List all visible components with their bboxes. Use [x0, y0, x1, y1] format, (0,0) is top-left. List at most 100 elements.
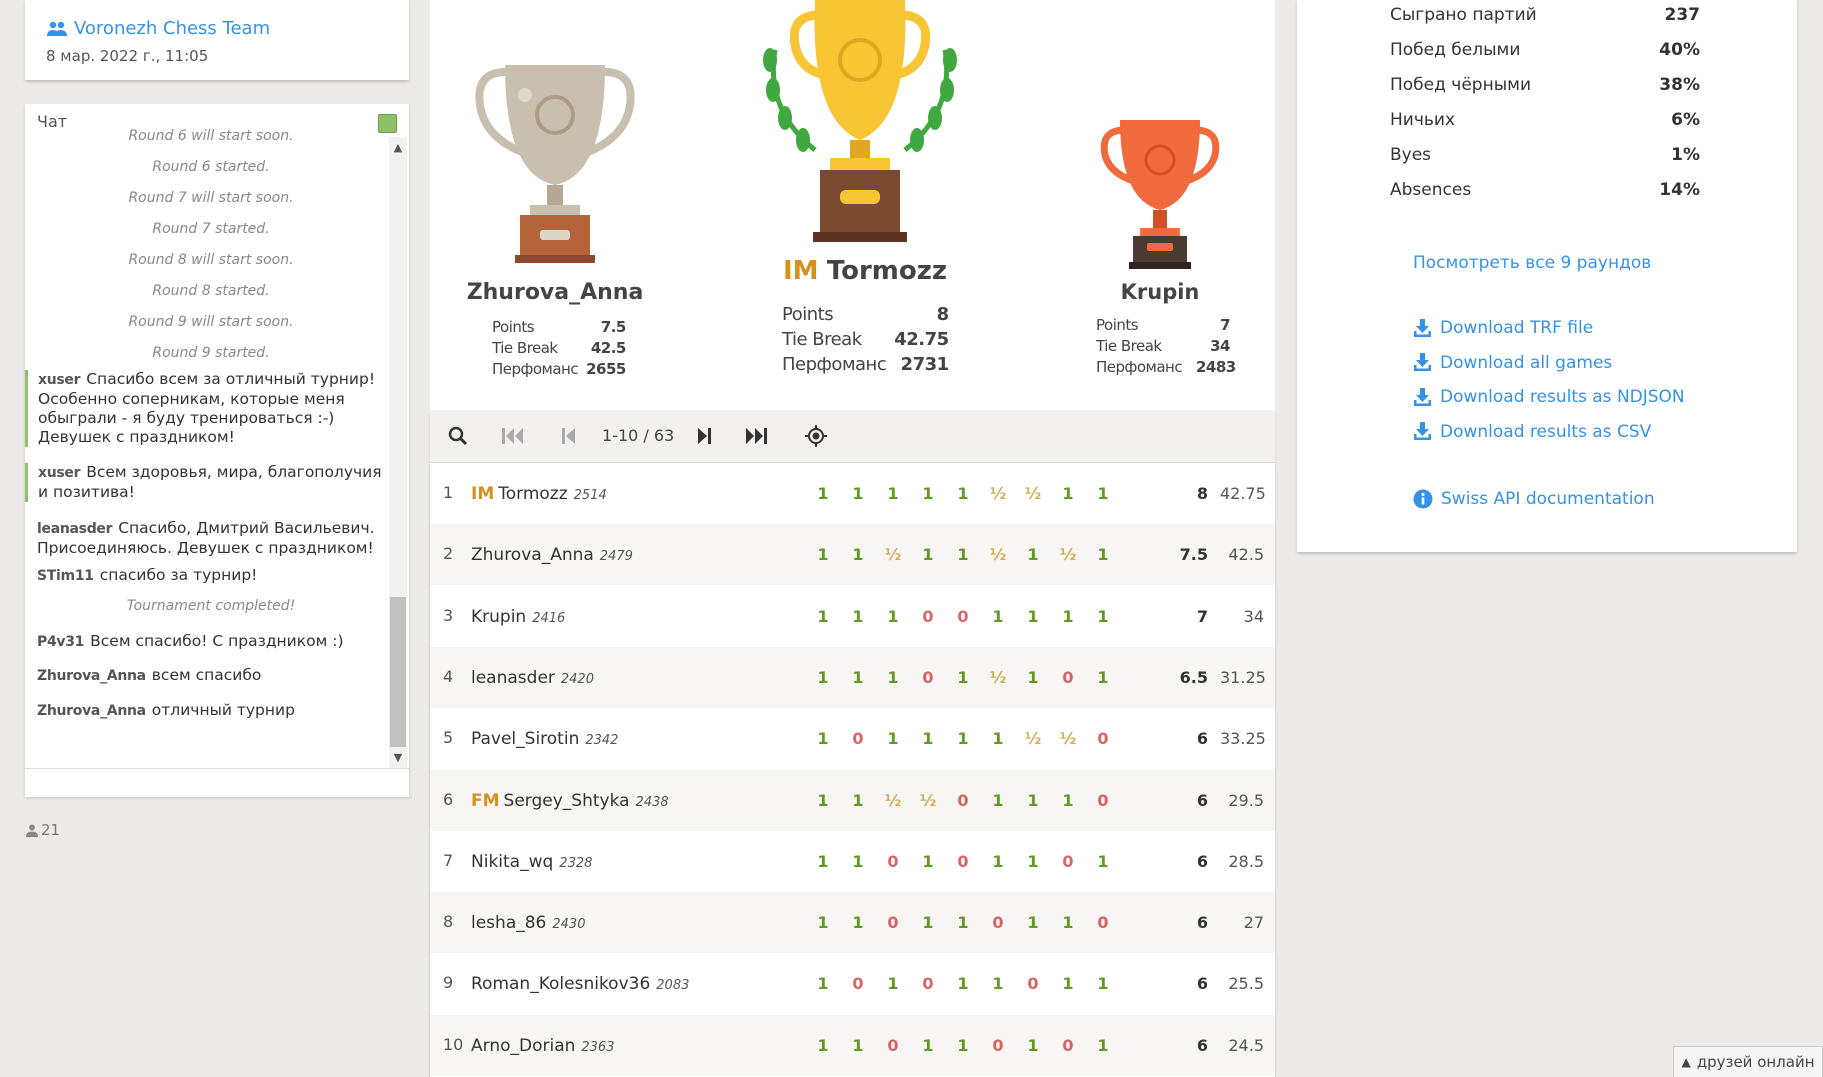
- round-result[interactable]: 1: [1056, 484, 1080, 503]
- player-name-cell[interactable]: Arno_Dorian 2363: [471, 1036, 614, 1056]
- round-result[interactable]: 0: [1056, 852, 1080, 871]
- round-result[interactable]: 1: [1021, 1036, 1045, 1055]
- round-result[interactable]: 0: [1056, 1036, 1080, 1055]
- download-link[interactable]: Download results as NDJSON: [1413, 387, 1685, 407]
- next-page-button[interactable]: [691, 424, 717, 448]
- player-name-cell[interactable]: IM Tormozz 2514: [471, 484, 607, 504]
- prev-page-button[interactable]: [556, 424, 582, 448]
- second-place[interactable]: Zhurova_Anna: [450, 280, 660, 305]
- download-link[interactable]: Download results as CSV: [1413, 422, 1651, 442]
- player-name-cell[interactable]: leanasder 2420: [471, 668, 594, 688]
- standings-row[interactable]: 5 Pavel_Sirotin 2342 1 0 1 1 1 1 ½ ½ 0 6 33.25: [430, 708, 1275, 769]
- round-result[interactable]: 0: [846, 729, 870, 748]
- round-result[interactable]: 0: [1091, 791, 1115, 810]
- round-result[interactable]: 1: [846, 545, 870, 564]
- round-result[interactable]: 1: [951, 974, 975, 993]
- round-result[interactable]: 0: [881, 1036, 905, 1055]
- round-result[interactable]: 0: [1091, 913, 1115, 932]
- round-result[interactable]: 0: [986, 1036, 1010, 1055]
- round-result[interactable]: ½: [881, 791, 905, 810]
- round-result[interactable]: 1: [1091, 852, 1115, 871]
- chat-username[interactable]: leanasder: [37, 521, 113, 537]
- round-result[interactable]: 1: [986, 607, 1010, 626]
- round-result[interactable]: ½: [986, 668, 1010, 687]
- round-result[interactable]: 1: [811, 484, 835, 503]
- standings-row[interactable]: 6 FM Sergey_Shtyka 2438 1 1 ½ ½ 0 1 1 1 0 6 29.5: [430, 769, 1275, 831]
- round-result[interactable]: 1: [811, 1036, 835, 1055]
- first-page-button[interactable]: [500, 424, 526, 448]
- chat-username[interactable]: Zhurova_Anna: [37, 668, 146, 684]
- my-position-button[interactable]: [803, 424, 829, 448]
- chat-scrollbar[interactable]: ▲ ▼: [389, 137, 407, 769]
- round-result[interactable]: 1: [986, 852, 1010, 871]
- round-result[interactable]: ½: [986, 484, 1010, 503]
- round-result[interactable]: 0: [916, 668, 940, 687]
- chat-username[interactable]: P4v31: [37, 634, 84, 650]
- round-result[interactable]: 0: [951, 607, 975, 626]
- round-result[interactable]: 1: [1091, 607, 1115, 626]
- round-result[interactable]: 1: [881, 668, 905, 687]
- round-result[interactable]: 1: [846, 852, 870, 871]
- chat-username[interactable]: xuser: [38, 465, 81, 481]
- first-place[interactable]: IM Tormozz: [750, 256, 980, 286]
- round-result[interactable]: 1: [951, 729, 975, 748]
- round-result[interactable]: 1: [811, 852, 835, 871]
- round-result[interactable]: 1: [1021, 791, 1045, 810]
- round-result[interactable]: ½: [986, 545, 1010, 564]
- round-result[interactable]: ½: [916, 791, 940, 810]
- player-name-cell[interactable]: FM Sergey_Shtyka 2438: [471, 791, 669, 811]
- round-result[interactable]: 1: [1056, 913, 1080, 932]
- standings-row[interactable]: 2 Zhurova_Anna 2479 1 1 ½ 1 1 ½ 1 ½ 1 7.5 42.5: [430, 524, 1275, 586]
- round-result[interactable]: 1: [916, 484, 940, 503]
- round-result[interactable]: 1: [1091, 484, 1115, 503]
- standings-row[interactable]: 3 Krupin 2416 1 1 1 0 0 1 1 1 1 7 34: [430, 586, 1275, 647]
- standings-row[interactable]: 9 Roman_Kolesnikov36 2083 1 0 1 0 1 1 0 1 1 6 25.5: [430, 953, 1275, 1014]
- round-result[interactable]: 1: [1056, 974, 1080, 993]
- round-result[interactable]: 1: [881, 729, 905, 748]
- round-result[interactable]: ½: [1021, 729, 1045, 748]
- round-result[interactable]: ½: [1056, 729, 1080, 748]
- round-result[interactable]: 0: [1021, 974, 1045, 993]
- round-result[interactable]: 0: [916, 974, 940, 993]
- round-result[interactable]: 1: [881, 607, 905, 626]
- last-page-button[interactable]: [743, 424, 769, 448]
- chat-username[interactable]: STim11: [37, 568, 94, 584]
- round-result[interactable]: 1: [811, 545, 835, 564]
- player-name-cell[interactable]: Roman_Kolesnikov36 2083: [471, 974, 689, 994]
- standings-row[interactable]: 8 lesha_86 2430 1 1 0 1 1 0 1 1 0 6 27: [430, 892, 1275, 954]
- chat-username[interactable]: Zhurova_Anna: [37, 703, 146, 719]
- player-name-cell[interactable]: Zhurova_Anna 2479: [471, 545, 633, 565]
- round-result[interactable]: 1: [951, 913, 975, 932]
- team-link[interactable]: Voronezh Chess Team: [46, 18, 270, 39]
- round-result[interactable]: 1: [1021, 607, 1045, 626]
- round-result[interactable]: 1: [881, 974, 905, 993]
- standings-row[interactable]: 7 Nikita_wq 2328 1 1 0 1 0 1 1 0 1 6 28.5: [430, 831, 1275, 892]
- round-result[interactable]: ½: [881, 545, 905, 564]
- round-result[interactable]: 0: [916, 607, 940, 626]
- round-result[interactable]: 1: [916, 729, 940, 748]
- standings-row[interactable]: 10 Arno_Dorian 2363 1 1 0 1 1 0 1 0 1 6 24.5: [430, 1014, 1275, 1076]
- round-result[interactable]: 1: [986, 791, 1010, 810]
- round-result[interactable]: 1: [1021, 545, 1045, 564]
- round-result[interactable]: 1: [1056, 607, 1080, 626]
- round-result[interactable]: 1: [951, 668, 975, 687]
- round-result[interactable]: 0: [1056, 668, 1080, 687]
- download-link[interactable]: Download all games: [1413, 353, 1612, 373]
- round-result[interactable]: 1: [1091, 668, 1115, 687]
- round-result[interactable]: 1: [916, 852, 940, 871]
- round-result[interactable]: 0: [881, 913, 905, 932]
- round-result[interactable]: 1: [846, 913, 870, 932]
- round-result[interactable]: ½: [1021, 484, 1045, 503]
- search-button[interactable]: [445, 424, 471, 448]
- player-name-cell[interactable]: Pavel_Sirotin 2342: [471, 729, 618, 749]
- third-place[interactable]: Krupin: [1085, 280, 1235, 304]
- round-result[interactable]: 1: [986, 729, 1010, 748]
- scroll-down-icon[interactable]: ▼: [391, 751, 405, 765]
- round-result[interactable]: 1: [1021, 852, 1045, 871]
- round-result[interactable]: 0: [951, 852, 975, 871]
- round-result[interactable]: 1: [811, 668, 835, 687]
- round-result[interactable]: 1: [1021, 668, 1045, 687]
- chat-username[interactable]: xuser: [38, 372, 81, 388]
- round-result[interactable]: 1: [881, 484, 905, 503]
- standings-row[interactable]: 1 IM Tormozz 2514 1 1 1 1 1 ½ ½ 1 1 8 42.75: [430, 463, 1275, 524]
